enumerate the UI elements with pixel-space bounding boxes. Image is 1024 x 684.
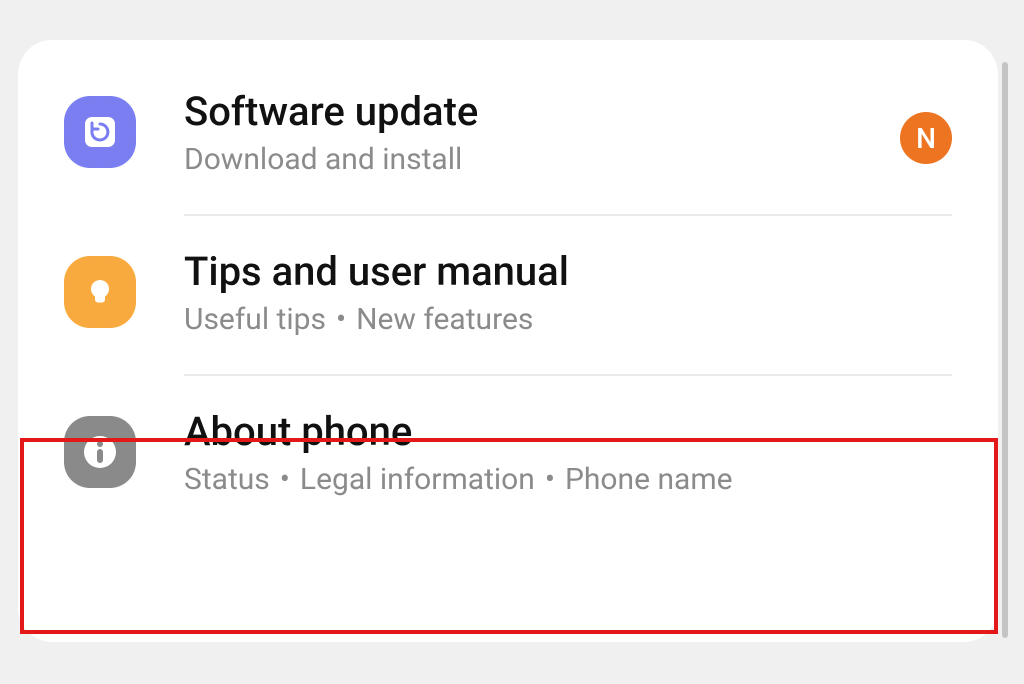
row-text: About phone Status•Legal information•Pho… [184, 408, 733, 498]
refresh-icon [64, 96, 136, 168]
software-update-row[interactable]: Software update Download and install N [18, 88, 998, 214]
row-text: Software update Download and install [184, 88, 478, 178]
scrollbar[interactable] [1002, 62, 1008, 638]
row-subtitle: Download and install [184, 142, 478, 178]
row-title: Software update [184, 88, 478, 136]
row-subtitle: Useful tips•New features [184, 302, 569, 338]
settings-card: Software update Download and install N T… [18, 40, 998, 642]
row-title: About phone [184, 408, 733, 456]
divider [184, 214, 952, 216]
divider [184, 374, 952, 376]
about-phone-row[interactable]: About phone Status•Legal information•Pho… [18, 408, 998, 544]
row-text: Tips and user manual Useful tips•New fea… [184, 248, 569, 338]
row-subtitle: Status•Legal information•Phone name [184, 462, 733, 498]
tips-manual-row[interactable]: Tips and user manual Useful tips•New fea… [18, 248, 998, 374]
bulb-icon [64, 256, 136, 328]
row-title: Tips and user manual [184, 248, 569, 296]
info-icon [64, 416, 136, 488]
separator-dot: • [545, 462, 555, 498]
notification-badge: N [900, 112, 952, 164]
separator-dot: • [280, 462, 290, 498]
separator-dot: • [336, 302, 346, 338]
